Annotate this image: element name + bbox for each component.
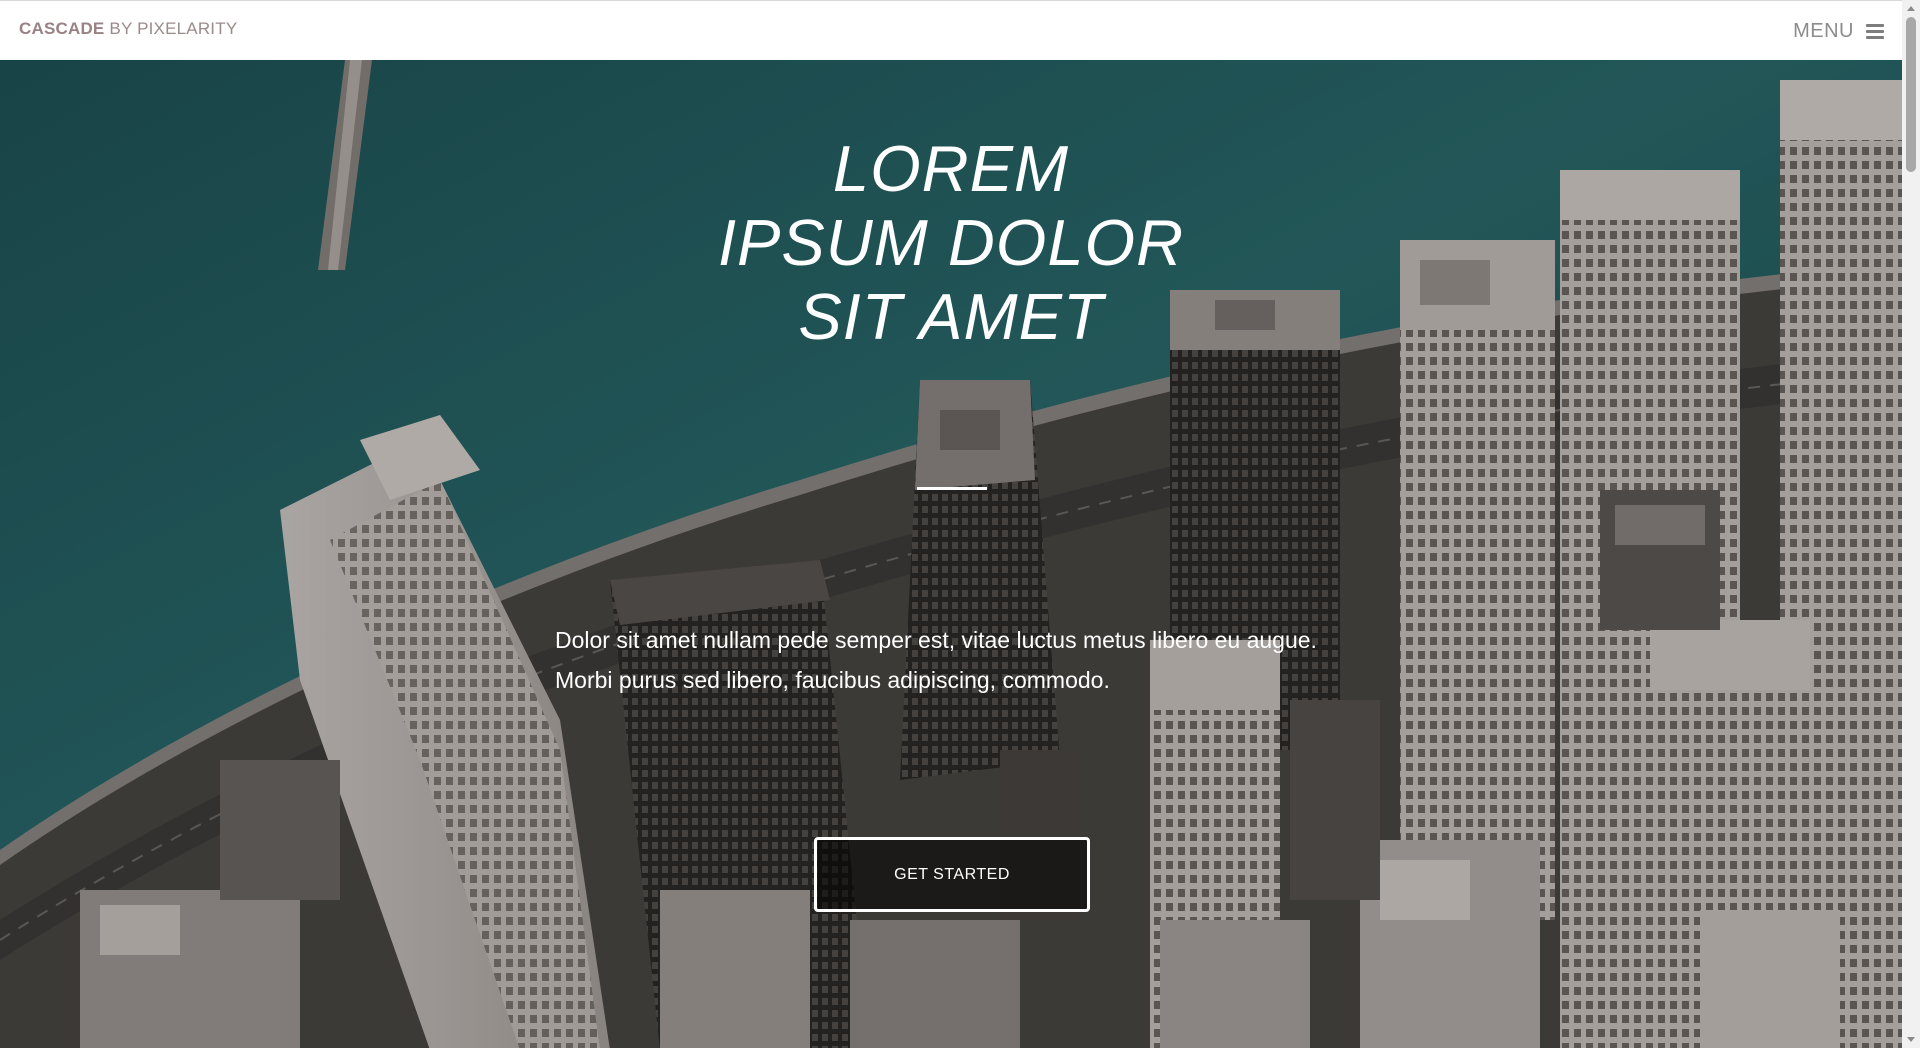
scroll-down-arrow-icon[interactable] — [1907, 1037, 1915, 1042]
brand-suffix: BY PIXELARITY — [109, 19, 238, 38]
scroll-up-arrow-icon[interactable] — [1907, 6, 1915, 11]
hero-description-line: Morbi purus sed libero, faucibus adipisc… — [555, 667, 1110, 693]
hero-title-line: IPSUM DOLOR — [717, 206, 1185, 279]
menu-button[interactable]: MENU — [1793, 20, 1884, 43]
hero-description: Dolor sit amet nullam pede semper est, v… — [555, 620, 1375, 700]
brand-logo[interactable]: CASCADE BY PIXELARITY — [19, 19, 237, 39]
hero-title-line: LOREM — [832, 132, 1070, 205]
page: CASCADE BY PIXELARITY MENU LOREM IPSUM D… — [0, 0, 1920, 1048]
menu-label: MENU — [1793, 20, 1854, 42]
page-scrollbar[interactable] — [1902, 0, 1920, 1048]
hamburger-icon — [1866, 23, 1884, 40]
hero-title-line: SIT AMET — [798, 280, 1104, 353]
hero-section: LOREM IPSUM DOLOR SIT AMET Dolor sit ame… — [0, 60, 1902, 1048]
get-started-button[interactable]: GET STARTED — [814, 837, 1090, 912]
hero-divider — [917, 487, 987, 490]
site-header: CASCADE BY PIXELARITY MENU — [0, 0, 1902, 60]
brand-name: CASCADE — [19, 19, 105, 38]
scrollbar-thumb[interactable] — [1906, 17, 1916, 172]
hero-title: LOREM IPSUM DOLOR SIT AMET — [651, 132, 1251, 354]
hero-description-line: Dolor sit amet nullam pede semper est, v… — [555, 627, 1317, 653]
